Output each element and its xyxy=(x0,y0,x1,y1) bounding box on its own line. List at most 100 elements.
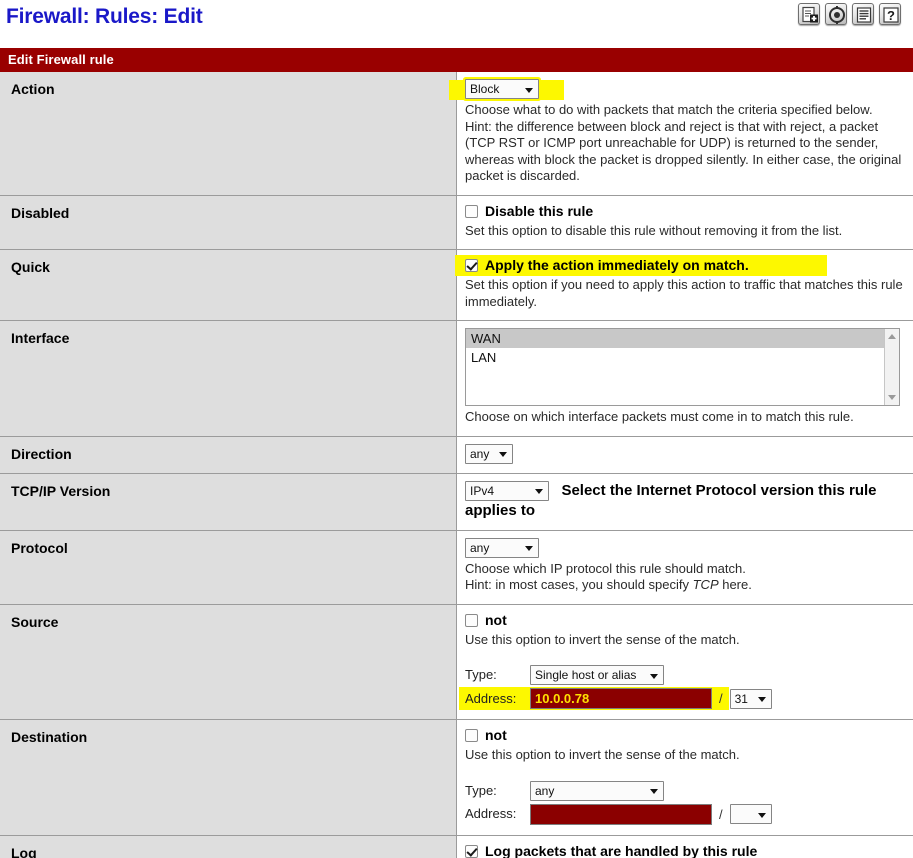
log-checkbox-line: Log packets that are handled by this rul… xyxy=(465,843,757,858)
page-header: Firewall: Rules: Edit ? xyxy=(0,0,913,48)
interface-listbox[interactable]: WAN LAN xyxy=(465,328,900,406)
list-icon[interactable] xyxy=(852,3,874,25)
quick-label: Apply the action immediately on match. xyxy=(485,257,749,273)
destination-address-input[interactable] xyxy=(530,803,712,825)
row-tcpip-version: TCP/IP Version IPv4 Select the Internet … xyxy=(0,472,913,530)
quick-checkbox-line: Apply the action immediately on match. xyxy=(455,255,827,276)
action-description: Choose what to do with packets that matc… xyxy=(465,102,902,183)
protocol-hint-line: Hint: in most cases, you should specify … xyxy=(465,577,752,592)
label-tcpip-version: TCP/IP Version xyxy=(0,472,457,530)
field-source: not Use this option to invert the sense … xyxy=(456,603,913,720)
source-mask-select[interactable]: 31 xyxy=(729,688,772,709)
field-tcpip-version: IPv4 Select the Internet Protocol versio… xyxy=(456,472,913,530)
page-title: Firewall: Rules: Edit xyxy=(6,5,203,28)
source-type-select[interactable]: Single host or alias xyxy=(530,665,664,685)
label-action: Action xyxy=(0,72,457,195)
source-not-checkbox-line: not xyxy=(465,612,507,629)
destination-not-checkbox-line: not xyxy=(465,727,507,744)
save-disk-icon[interactable] xyxy=(825,3,847,25)
source-not-description: Use this option to invert the sense of t… xyxy=(465,631,740,647)
field-action: Block Choose what to do with packets tha… xyxy=(449,72,913,195)
source-mask-select-wrap: 31 xyxy=(729,688,772,709)
destination-type-row: Type: any xyxy=(465,780,903,801)
svg-text:?: ? xyxy=(887,8,895,23)
label-quick: Quick xyxy=(0,249,457,321)
destination-not-checkbox[interactable] xyxy=(465,729,478,742)
destination-spacer xyxy=(465,764,903,778)
source-address-input[interactable] xyxy=(530,688,712,709)
row-disabled: Disabled Disable this rule Set this opti… xyxy=(0,194,913,250)
row-protocol: Protocol any Choose which IP protocol th… xyxy=(0,529,913,604)
field-protocol: any Choose which IP protocol this rule s… xyxy=(456,529,913,604)
destination-cidr-separator: / xyxy=(719,806,723,822)
quick-checkbox[interactable] xyxy=(465,259,478,272)
protocol-select[interactable]: any xyxy=(465,537,539,558)
label-source: Source xyxy=(0,603,457,720)
destination-mask-select[interactable] xyxy=(729,804,772,824)
label-log: Log xyxy=(0,834,457,858)
action-select[interactable]: Block xyxy=(465,79,539,99)
field-quick: Apply the action immediately on match. S… xyxy=(455,249,913,321)
source-address-row: Address: / 31 xyxy=(459,687,903,710)
label-destination: Destination xyxy=(0,719,457,835)
destination-address-label: Address: xyxy=(465,806,517,821)
scroll-down-arrow-icon[interactable] xyxy=(888,395,896,400)
destination-not-label: not xyxy=(485,727,507,743)
source-type-row: Type: Single host or alias xyxy=(465,665,903,685)
source-type-select-wrap: Single host or alias xyxy=(530,665,664,685)
row-action: Action Block Choose what to do with pack… xyxy=(0,72,913,195)
destination-address-row: Address: / xyxy=(465,803,903,825)
field-log: Log packets that are handled by this rul… xyxy=(456,834,913,858)
source-type-label: Type: xyxy=(465,667,497,682)
page-root: Firewall: Rules: Edit ? Edit Firewall ru… xyxy=(0,0,913,858)
log-checkbox[interactable] xyxy=(465,844,478,858)
tcpip-version-select-wrap: IPv4 xyxy=(465,480,549,501)
field-disabled: Disable this rule Set this option to dis… xyxy=(456,194,913,250)
destination-type-select-wrap: any xyxy=(530,780,664,801)
row-quick: Quick Apply the action immediately on ma… xyxy=(0,249,913,321)
disabled-description: Set this option to disable this rule wit… xyxy=(465,222,843,238)
interface-listbox-scrollbar[interactable] xyxy=(884,329,899,405)
source-not-label: not xyxy=(485,611,507,628)
field-interface: WAN LAN Choose on which interface packet… xyxy=(456,320,913,436)
panel-title-row: Edit Firewall rule xyxy=(0,48,913,72)
quick-description: Set this option if you need to apply thi… xyxy=(465,277,903,309)
source-spacer xyxy=(465,648,903,662)
interface-option-wan[interactable]: WAN xyxy=(466,329,899,348)
row-interface: Interface WAN LAN Choose on which interf… xyxy=(0,320,913,436)
scroll-up-arrow-icon[interactable] xyxy=(888,334,896,339)
label-disabled: Disabled xyxy=(0,194,457,250)
action-select-wrap: Block xyxy=(465,79,539,99)
direction-select-wrap: any xyxy=(465,443,513,464)
header-icon-toolbar: ? xyxy=(798,3,901,25)
row-log: Log Log packets that are handled by this… xyxy=(0,834,913,858)
interface-option-lan[interactable]: LAN xyxy=(466,348,899,367)
interface-description: Choose on which interface packets must c… xyxy=(465,409,854,424)
destination-type-select[interactable]: any xyxy=(530,780,664,801)
source-address-label: Address: xyxy=(465,690,517,706)
disable-rule-checkbox-line: Disable this rule xyxy=(465,203,593,220)
label-protocol: Protocol xyxy=(0,529,457,604)
help-icon[interactable]: ? xyxy=(879,3,901,25)
panel-title: Edit Firewall rule xyxy=(0,48,913,72)
destination-not-description: Use this option to invert the sense of t… xyxy=(465,747,740,762)
source-not-checkbox[interactable] xyxy=(465,613,478,627)
label-interface: Interface xyxy=(0,320,457,436)
protocol-select-wrap: any xyxy=(465,537,539,558)
row-source: Source not Use this option to invert the… xyxy=(0,603,913,720)
source-cidr-separator: / xyxy=(719,691,723,706)
row-direction: Direction any xyxy=(0,435,913,473)
edit-firewall-rule-table: Edit Firewall rule Action Block Choose w… xyxy=(0,48,913,858)
field-destination: not Use this option to invert the sense … xyxy=(456,719,913,835)
row-destination: Destination not Use this option to inver… xyxy=(0,719,913,835)
add-page-icon[interactable] xyxy=(798,3,820,25)
label-direction: Direction xyxy=(0,435,457,473)
destination-mask-select-wrap xyxy=(729,804,772,824)
direction-select[interactable]: any xyxy=(465,443,513,464)
disable-rule-label: Disable this rule xyxy=(485,202,594,219)
protocol-description: Choose which IP protocol this rule shoul… xyxy=(465,561,903,594)
log-label: Log packets that are handled by this rul… xyxy=(485,842,758,858)
tcpip-version-select[interactable]: IPv4 xyxy=(465,480,549,501)
disable-rule-checkbox[interactable] xyxy=(465,204,478,218)
destination-type-label: Type: xyxy=(465,782,497,798)
